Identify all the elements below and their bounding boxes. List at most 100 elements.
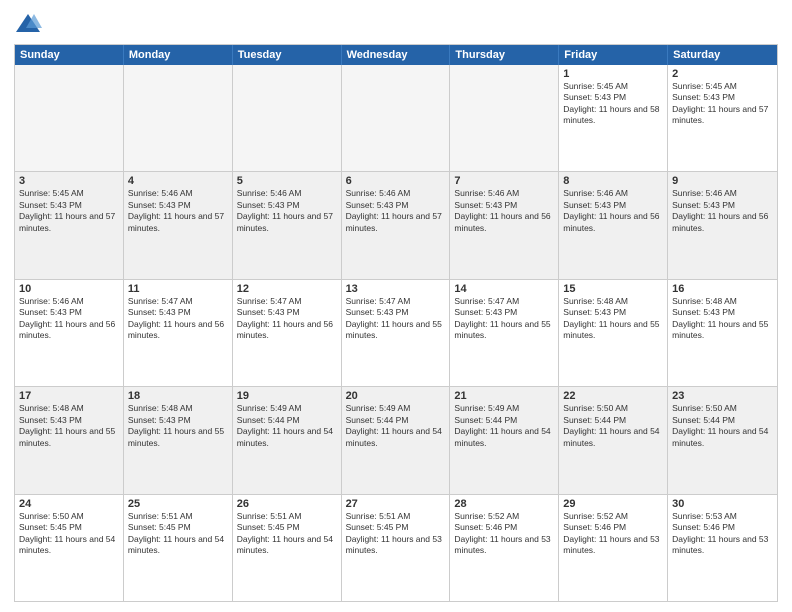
header-tuesday: Tuesday: [233, 45, 342, 65]
calendar-row-3: 17Sunrise: 5:48 AMSunset: 5:43 PMDayligh…: [15, 387, 777, 494]
header: [14, 10, 778, 38]
calendar-cell: 29Sunrise: 5:52 AMSunset: 5:46 PMDayligh…: [559, 495, 668, 601]
day-info: Sunrise: 5:49 AMSunset: 5:44 PMDaylight:…: [237, 403, 337, 449]
day-info: Sunrise: 5:47 AMSunset: 5:43 PMDaylight:…: [237, 296, 337, 342]
day-info: Sunrise: 5:50 AMSunset: 5:44 PMDaylight:…: [563, 403, 663, 449]
calendar-cell: 24Sunrise: 5:50 AMSunset: 5:45 PMDayligh…: [15, 495, 124, 601]
day-info: Sunrise: 5:53 AMSunset: 5:46 PMDaylight:…: [672, 511, 773, 557]
calendar-cell: 12Sunrise: 5:47 AMSunset: 5:43 PMDayligh…: [233, 280, 342, 386]
calendar-cell: 8Sunrise: 5:46 AMSunset: 5:43 PMDaylight…: [559, 172, 668, 278]
day-number: 24: [19, 498, 119, 510]
day-info: Sunrise: 5:46 AMSunset: 5:43 PMDaylight:…: [672, 188, 773, 234]
day-info: Sunrise: 5:49 AMSunset: 5:44 PMDaylight:…: [346, 403, 446, 449]
day-info: Sunrise: 5:48 AMSunset: 5:43 PMDaylight:…: [563, 296, 663, 342]
day-info: Sunrise: 5:51 AMSunset: 5:45 PMDaylight:…: [128, 511, 228, 557]
day-info: Sunrise: 5:51 AMSunset: 5:45 PMDaylight:…: [346, 511, 446, 557]
calendar-cell: 4Sunrise: 5:46 AMSunset: 5:43 PMDaylight…: [124, 172, 233, 278]
day-number: 21: [454, 390, 554, 402]
calendar-row-4: 24Sunrise: 5:50 AMSunset: 5:45 PMDayligh…: [15, 495, 777, 601]
day-info: Sunrise: 5:46 AMSunset: 5:43 PMDaylight:…: [454, 188, 554, 234]
day-info: Sunrise: 5:45 AMSunset: 5:43 PMDaylight:…: [563, 81, 663, 127]
day-info: Sunrise: 5:46 AMSunset: 5:43 PMDaylight:…: [19, 296, 119, 342]
day-number: 17: [19, 390, 119, 402]
day-info: Sunrise: 5:46 AMSunset: 5:43 PMDaylight:…: [346, 188, 446, 234]
calendar-cell: [233, 65, 342, 171]
day-number: 1: [563, 68, 663, 80]
day-number: 4: [128, 175, 228, 187]
calendar-row-0: 1Sunrise: 5:45 AMSunset: 5:43 PMDaylight…: [15, 65, 777, 172]
day-number: 14: [454, 283, 554, 295]
calendar-cell: 6Sunrise: 5:46 AMSunset: 5:43 PMDaylight…: [342, 172, 451, 278]
day-number: 25: [128, 498, 228, 510]
day-number: 26: [237, 498, 337, 510]
calendar-cell: 7Sunrise: 5:46 AMSunset: 5:43 PMDaylight…: [450, 172, 559, 278]
calendar-cell: 25Sunrise: 5:51 AMSunset: 5:45 PMDayligh…: [124, 495, 233, 601]
header-wednesday: Wednesday: [342, 45, 451, 65]
calendar-cell: 17Sunrise: 5:48 AMSunset: 5:43 PMDayligh…: [15, 387, 124, 493]
logo-area: [14, 10, 46, 38]
day-info: Sunrise: 5:47 AMSunset: 5:43 PMDaylight:…: [128, 296, 228, 342]
day-number: 6: [346, 175, 446, 187]
day-number: 10: [19, 283, 119, 295]
day-number: 22: [563, 390, 663, 402]
header-friday: Friday: [559, 45, 668, 65]
calendar-cell: 21Sunrise: 5:49 AMSunset: 5:44 PMDayligh…: [450, 387, 559, 493]
calendar-row-2: 10Sunrise: 5:46 AMSunset: 5:43 PMDayligh…: [15, 280, 777, 387]
calendar-cell: 27Sunrise: 5:51 AMSunset: 5:45 PMDayligh…: [342, 495, 451, 601]
calendar-cell: [124, 65, 233, 171]
calendar-cell: 9Sunrise: 5:46 AMSunset: 5:43 PMDaylight…: [668, 172, 777, 278]
day-number: 27: [346, 498, 446, 510]
calendar-cell: 20Sunrise: 5:49 AMSunset: 5:44 PMDayligh…: [342, 387, 451, 493]
calendar-header: SundayMondayTuesdayWednesdayThursdayFrid…: [15, 45, 777, 65]
day-info: Sunrise: 5:50 AMSunset: 5:45 PMDaylight:…: [19, 511, 119, 557]
day-info: Sunrise: 5:52 AMSunset: 5:46 PMDaylight:…: [454, 511, 554, 557]
day-number: 13: [346, 283, 446, 295]
header-saturday: Saturday: [668, 45, 777, 65]
calendar-cell: 10Sunrise: 5:46 AMSunset: 5:43 PMDayligh…: [15, 280, 124, 386]
day-number: 29: [563, 498, 663, 510]
header-monday: Monday: [124, 45, 233, 65]
header-thursday: Thursday: [450, 45, 559, 65]
day-number: 9: [672, 175, 773, 187]
calendar-cell: 26Sunrise: 5:51 AMSunset: 5:45 PMDayligh…: [233, 495, 342, 601]
calendar-cell: 13Sunrise: 5:47 AMSunset: 5:43 PMDayligh…: [342, 280, 451, 386]
header-sunday: Sunday: [15, 45, 124, 65]
day-number: 18: [128, 390, 228, 402]
day-number: 19: [237, 390, 337, 402]
day-number: 23: [672, 390, 773, 402]
calendar-cell: 1Sunrise: 5:45 AMSunset: 5:43 PMDaylight…: [559, 65, 668, 171]
day-number: 20: [346, 390, 446, 402]
day-number: 3: [19, 175, 119, 187]
calendar-cell: 22Sunrise: 5:50 AMSunset: 5:44 PMDayligh…: [559, 387, 668, 493]
calendar-cell: 18Sunrise: 5:48 AMSunset: 5:43 PMDayligh…: [124, 387, 233, 493]
day-number: 2: [672, 68, 773, 80]
day-info: Sunrise: 5:46 AMSunset: 5:43 PMDaylight:…: [563, 188, 663, 234]
calendar-body: 1Sunrise: 5:45 AMSunset: 5:43 PMDaylight…: [15, 65, 777, 601]
day-number: 8: [563, 175, 663, 187]
day-number: 12: [237, 283, 337, 295]
calendar-cell: 23Sunrise: 5:50 AMSunset: 5:44 PMDayligh…: [668, 387, 777, 493]
calendar-cell: 15Sunrise: 5:48 AMSunset: 5:43 PMDayligh…: [559, 280, 668, 386]
day-info: Sunrise: 5:48 AMSunset: 5:43 PMDaylight:…: [672, 296, 773, 342]
calendar-cell: 19Sunrise: 5:49 AMSunset: 5:44 PMDayligh…: [233, 387, 342, 493]
day-number: 16: [672, 283, 773, 295]
day-info: Sunrise: 5:50 AMSunset: 5:44 PMDaylight:…: [672, 403, 773, 449]
calendar-cell: [342, 65, 451, 171]
calendar-cell: 3Sunrise: 5:45 AMSunset: 5:43 PMDaylight…: [15, 172, 124, 278]
calendar-cell: 30Sunrise: 5:53 AMSunset: 5:46 PMDayligh…: [668, 495, 777, 601]
calendar: SundayMondayTuesdayWednesdayThursdayFrid…: [14, 44, 778, 602]
calendar-cell: 2Sunrise: 5:45 AMSunset: 5:43 PMDaylight…: [668, 65, 777, 171]
day-number: 15: [563, 283, 663, 295]
day-number: 28: [454, 498, 554, 510]
day-number: 30: [672, 498, 773, 510]
day-info: Sunrise: 5:48 AMSunset: 5:43 PMDaylight:…: [19, 403, 119, 449]
calendar-cell: [450, 65, 559, 171]
day-info: Sunrise: 5:47 AMSunset: 5:43 PMDaylight:…: [454, 296, 554, 342]
calendar-cell: [15, 65, 124, 171]
day-number: 7: [454, 175, 554, 187]
day-number: 11: [128, 283, 228, 295]
day-info: Sunrise: 5:49 AMSunset: 5:44 PMDaylight:…: [454, 403, 554, 449]
calendar-cell: 14Sunrise: 5:47 AMSunset: 5:43 PMDayligh…: [450, 280, 559, 386]
day-info: Sunrise: 5:45 AMSunset: 5:43 PMDaylight:…: [19, 188, 119, 234]
calendar-cell: 28Sunrise: 5:52 AMSunset: 5:46 PMDayligh…: [450, 495, 559, 601]
